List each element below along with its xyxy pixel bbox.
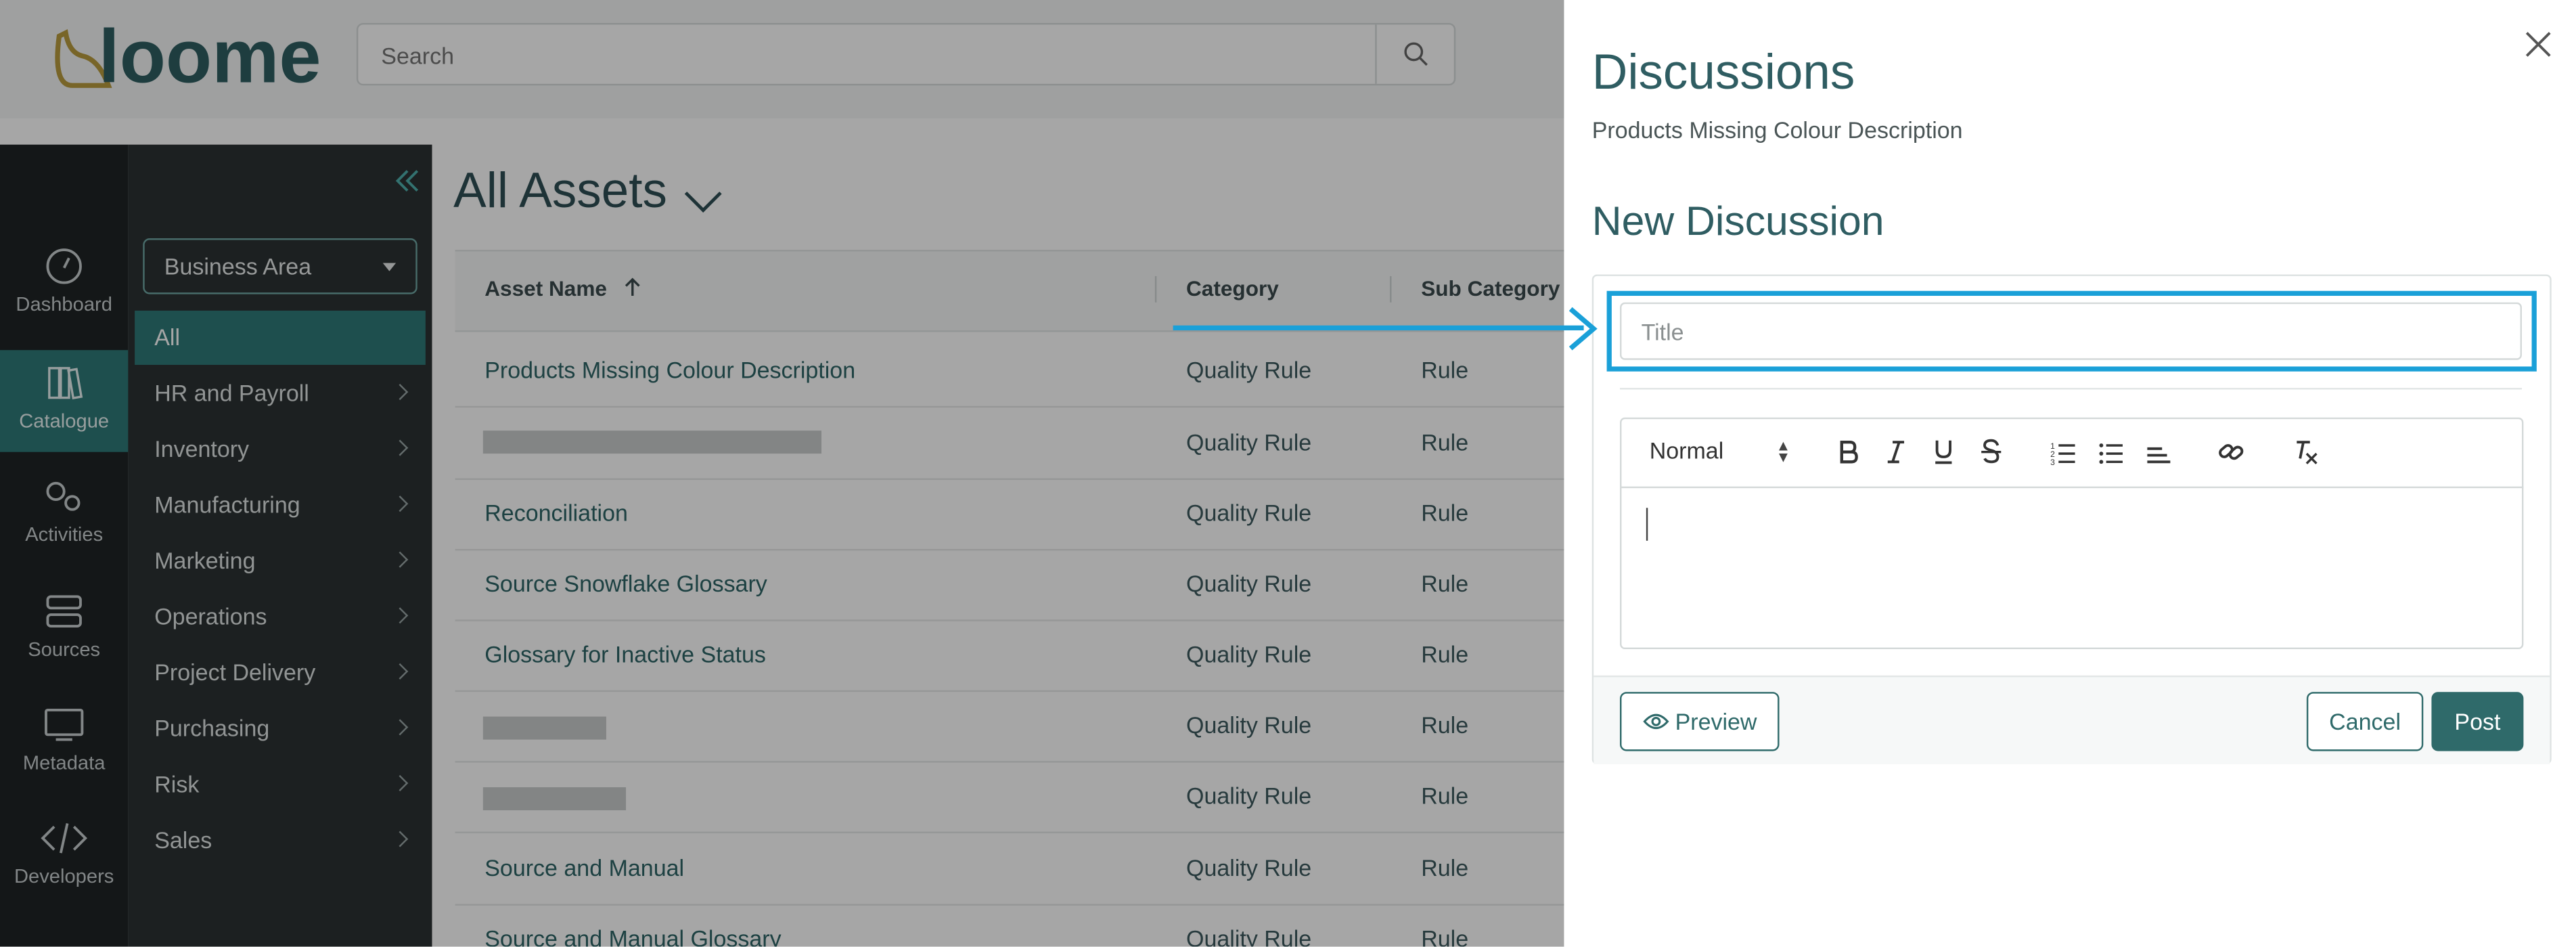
link-icon [2219,444,2244,460]
align-button[interactable] [2142,435,2175,468]
screen: loome Dashboard Catalogue Activities Sou… [0,0,2576,947]
preview-button[interactable]: Preview [1620,692,1780,751]
strikethrough-icon [1981,439,2002,464]
new-discussion-heading: New Discussion [1591,198,1884,245]
bullet-list-icon [2099,443,2123,464]
link-button[interactable] [2215,435,2248,468]
bold-icon [1840,440,1858,464]
cancel-button[interactable]: Cancel [2306,692,2424,751]
format-select-value: Normal [1649,437,1724,464]
modal-backdrop[interactable] [0,0,1564,947]
highlight-arrow-line [1173,325,1584,331]
ordered-list-button[interactable]: 123 [2047,435,2080,468]
select-arrows-icon[interactable]: ▲ ▼ [1776,438,1791,464]
underline-icon [1935,440,1952,464]
panel-title: Discussions [1591,45,1855,101]
svg-text:3: 3 [2050,458,2055,465]
italic-icon [1887,441,1905,464]
ordered-list-icon: 123 [2050,441,2075,465]
highlight-box [1606,290,2537,372]
format-select[interactable]: Normal [1650,437,1724,464]
preview-label: Preview [1675,708,1757,735]
bullet-list-button[interactable] [2095,435,2128,468]
underline-button[interactable] [1927,435,1960,468]
align-left-icon [2147,447,2171,464]
post-button[interactable]: Post [2431,692,2524,751]
clear-format-icon [2297,441,2318,464]
close-icon [2525,32,2551,57]
bold-button[interactable] [1832,435,1865,468]
italic-button[interactable] [1880,435,1913,468]
close-button[interactable] [2522,28,2555,61]
strikethrough-button[interactable] [1974,435,2008,468]
eye-icon [1642,713,1669,730]
divider [1620,388,2522,390]
arrow-right-icon [1568,307,1598,351]
panel-subtitle: Products Missing Colour Description [1591,116,1963,144]
text-cursor [1646,508,1648,541]
clear-format-button[interactable] [2288,435,2322,468]
